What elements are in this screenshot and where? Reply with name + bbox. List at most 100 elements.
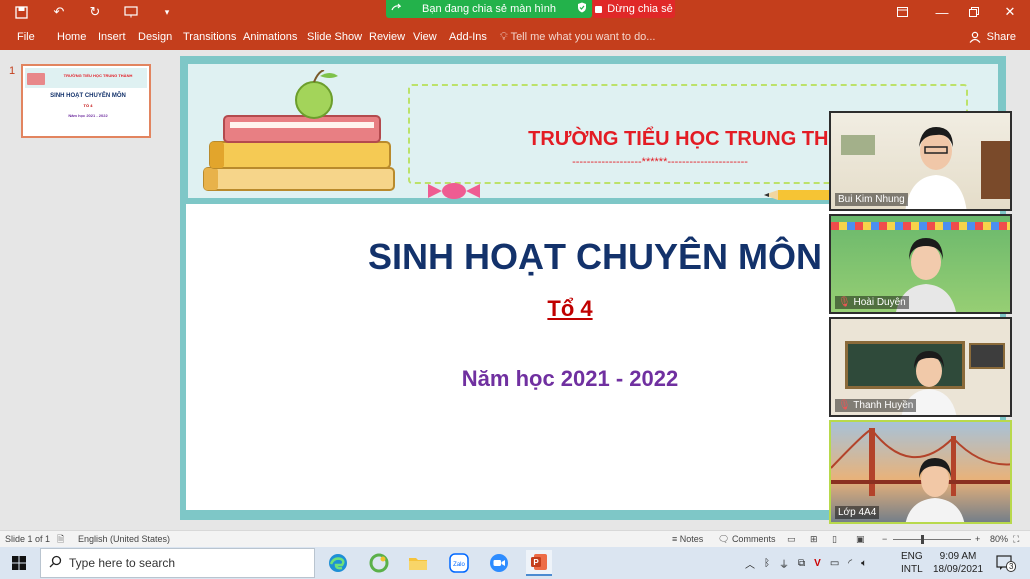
zoom-out-icon[interactable]: − [882, 531, 887, 548]
battery-icon[interactable]: ▭ [830, 558, 839, 569]
clock[interactable]: 9:09 AM 18/09/2021 [932, 547, 984, 579]
fit-to-window-icon[interactable]: ⛶ [1013, 531, 1019, 548]
file-explorer-icon[interactable] [405, 550, 431, 576]
language-code: ENG [901, 551, 923, 562]
notes-icon: ≡ [672, 534, 680, 544]
network-icon[interactable]: ◜ [848, 558, 852, 569]
video-tile-4-active-speaker[interactable]: Lớp 4A4 [829, 420, 1012, 524]
zoom-level[interactable]: 80% [990, 531, 1008, 548]
spellcheck-icon[interactable]: 🗎 [57, 531, 64, 548]
undo-icon[interactable]: ↶ [48, 0, 70, 24]
stop-icon [595, 5, 603, 13]
title-bar: ↶ ↻ ▾ Bạn đang chia sẻ màn hình Dừng chi… [0, 0, 1030, 24]
zalo-icon[interactable]: Zalo [446, 550, 472, 576]
zoom-in-icon[interactable]: + [975, 531, 980, 548]
stars-divider: -------------------******---------------… [572, 156, 748, 168]
thumbnail-books [27, 73, 45, 85]
share-button[interactable]: Share [969, 24, 1016, 50]
mic-muted-icon: 🎙︎ [838, 297, 854, 308]
mic-muted-icon: 🎙︎ [838, 400, 854, 411]
tab-view[interactable]: View [413, 24, 437, 50]
tab-slide-show[interactable]: Slide Show [307, 24, 362, 50]
thumbnail-year: Năm học 2021 - 2022 [68, 113, 108, 118]
customize-qat-icon[interactable]: ▾ [158, 0, 176, 24]
world-map [841, 135, 875, 155]
ribbon-display-icon[interactable] [882, 0, 922, 24]
slideshow-view-icon[interactable]: ▣ [856, 531, 865, 548]
redo-icon[interactable]: ↻ [84, 0, 106, 24]
windows-start-icon[interactable] [6, 550, 32, 576]
tab-animations[interactable]: Animations [243, 24, 297, 50]
edge-icon[interactable] [325, 550, 351, 576]
video-tile-3[interactable]: 🎙︎ Thanh Huyền [829, 317, 1012, 417]
video-tile-2[interactable]: 🎙︎ Hoài Duyên [829, 214, 1012, 314]
usb-icon[interactable]: ⏚ [779, 556, 789, 571]
participant-name: Lớp 4A4 [835, 506, 880, 519]
person-icon [969, 31, 981, 43]
school-year[interactable]: Năm học 2021 - 2022 [360, 366, 780, 392]
search-placeholder: Type here to search [69, 556, 176, 570]
keyboard-layout: INTL [901, 564, 923, 575]
tell-me-box[interactable]: 💡︎ Tell me what you want to do... [500, 24, 655, 50]
slide-counter: Slide 1 of 1 [5, 534, 51, 544]
antivirus-icon[interactable]: V [814, 558, 821, 569]
comments-button[interactable]: 🗨︎ Comments [718, 531, 775, 548]
participant-name: 🎙︎ Hoài Duyên [835, 296, 909, 309]
slide-thumbnail-1[interactable]: TRƯỜNG TIỂU HỌC TRUNG THÀNH SINH HOẠT CH… [21, 64, 151, 138]
svg-text:P: P [533, 558, 539, 567]
tab-insert[interactable]: Insert [98, 24, 126, 50]
restore-icon[interactable] [954, 0, 994, 24]
start-slideshow-icon[interactable] [120, 0, 142, 24]
search-icon [41, 555, 69, 571]
notification-center-icon[interactable]: 3 [996, 547, 1017, 579]
small-board [969, 343, 1005, 369]
notes-button[interactable]: ≡ Notes [672, 531, 703, 548]
tab-transitions[interactable]: Transitions [183, 24, 236, 50]
participant-name: 🎙︎ Thanh Huyền [835, 399, 917, 412]
slide-title[interactable]: SINH HOẠT CHUYÊN MÔN [330, 236, 860, 278]
zoom-app-icon[interactable] [486, 550, 512, 576]
video-tile-1[interactable]: Bui Kim Nhung [829, 111, 1012, 211]
group-name[interactable]: Tổ 4 [470, 296, 670, 322]
share-status-text: Bạn đang chia sẻ màn hình [422, 3, 556, 15]
tab-review[interactable]: Review [369, 24, 405, 50]
screen-share-banner[interactable]: Bạn đang chia sẻ màn hình [386, 0, 592, 18]
system-tray: ︿ ᛒ ⏚ ⧉ V ▭ ◜ 🔈︎ [745, 547, 867, 579]
screenshot-tool-icon[interactable]: ⧉ [798, 558, 805, 569]
slide-sorter-icon[interactable]: ⊞ [810, 531, 818, 548]
zoom-slider-track[interactable] [893, 539, 971, 540]
input-language[interactable]: ENG INTL [901, 547, 923, 579]
thumbnail-number: 1 [9, 65, 16, 77]
windows-taskbar: Type here to search Zalo P ︿ ᛒ ⏚ ⧉ V ▭ ◜… [0, 547, 1030, 579]
participant-name: Bui Kim Nhung [835, 193, 908, 206]
tab-design[interactable]: Design [138, 24, 172, 50]
tab-file[interactable]: File [17, 24, 35, 50]
stop-share-label: Dừng chia sẻ [607, 3, 673, 15]
svg-text:Zalo: Zalo [453, 562, 465, 568]
taskbar-search-box[interactable]: Type here to search [40, 548, 315, 578]
thumbnail-school: TRƯỜNG TIỂU HỌC TRUNG THÀNH [63, 73, 133, 78]
show-hidden-icons-icon[interactable]: ︿ [745, 556, 755, 571]
candy-illustration [428, 183, 480, 199]
volume-icon[interactable]: 🔈︎ [861, 558, 867, 569]
coccoc-icon[interactable] [366, 550, 392, 576]
close-icon[interactable]: ✕ [990, 0, 1030, 24]
clock-date: 18/09/2021 [932, 564, 984, 575]
share-screen-icon [386, 3, 406, 16]
thumbnail-group: TỔ 4 [83, 103, 93, 108]
bluetooth-icon[interactable]: ᛒ [764, 558, 770, 569]
books-apple-illustration [203, 70, 395, 191]
reading-view-icon[interactable]: ▯ [832, 531, 837, 548]
notification-count: 3 [1006, 561, 1017, 572]
stop-share-button[interactable]: Dừng chia sẻ [593, 0, 675, 18]
language-indicator[interactable]: English (United States) [78, 531, 170, 548]
tab-add-ins[interactable]: Add-Ins [449, 24, 487, 50]
zoom-slider-thumb[interactable] [921, 535, 924, 544]
powerpoint-icon[interactable]: P [526, 550, 552, 576]
lightbulb-icon: 💡︎ [500, 31, 511, 43]
normal-view-icon[interactable]: ▭ [787, 531, 796, 548]
tab-home[interactable]: Home [57, 24, 86, 50]
save-icon[interactable] [10, 0, 32, 24]
bunting [831, 222, 1010, 230]
share-label: Share [986, 31, 1016, 43]
